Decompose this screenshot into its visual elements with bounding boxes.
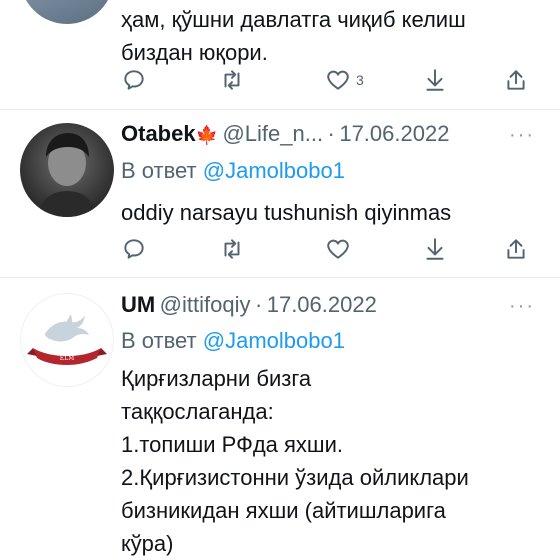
avatar[interactable] [20, 123, 114, 217]
retweet-icon[interactable] [219, 236, 245, 262]
tweet-text-line: ҳам, қўшни давлатга чиқиб келиш [121, 7, 466, 32]
divider [0, 109, 560, 110]
reply-mention-link[interactable]: @Jamolbobo1 [203, 328, 345, 353]
heart-icon[interactable] [325, 236, 351, 262]
tweet-text-line: таққослаганда: [121, 399, 274, 424]
svg-text:ELM: ELM [60, 355, 75, 362]
tweet-text-line: биздан юқори. [121, 40, 268, 65]
author-name[interactable]: UM [121, 292, 155, 317]
tweet-date[interactable]: 17.06.2022 [267, 292, 377, 317]
more-options-icon[interactable]: ··· [509, 124, 535, 147]
author-name[interactable]: Otabek [121, 121, 196, 146]
avatar[interactable] [20, 0, 114, 24]
share-icon[interactable] [503, 236, 529, 262]
heart-icon[interactable] [325, 67, 351, 93]
tweet-text-line: Қирғизларни бизга [121, 366, 312, 391]
dove-logo-icon: ELM [27, 314, 107, 365]
tweet-text-line: кўра) [121, 531, 174, 556]
reply-icon[interactable] [121, 236, 147, 262]
tweet-text-line: oddiy narsayu tushunish qiyinmas [121, 200, 452, 225]
portrait-icon [38, 133, 96, 217]
separator: · [254, 292, 263, 317]
share-icon[interactable] [503, 67, 529, 93]
avatar[interactable]: ELM [20, 293, 114, 387]
author-handle[interactable]: @ittifoqiy [160, 292, 251, 317]
author-handle[interactable]: @Life_n... [222, 121, 323, 146]
divider [0, 277, 560, 278]
maple-leaf-icon: 🍁 [195, 125, 219, 145]
tweet-text-line: 2.Қирғизистонни ўзида ойликлари [121, 465, 469, 490]
tweet-text-line: 1.топиши РФда яхши. [121, 432, 343, 457]
tweet-text-line: бизникидан яхши (айтишларига [121, 498, 446, 523]
reply-icon[interactable] [121, 67, 147, 93]
reply-mention-link[interactable]: @Jamolbobo1 [203, 158, 345, 183]
bookmark-arrow-icon[interactable] [422, 67, 448, 93]
separator: · [327, 121, 335, 146]
reply-prefix: В ответ [121, 328, 197, 353]
tweet-date[interactable]: 17.06.2022 [339, 121, 449, 146]
reply-prefix: В ответ [121, 158, 197, 183]
bookmark-arrow-icon[interactable] [422, 236, 448, 262]
like-count: 3 [356, 72, 364, 88]
retweet-icon[interactable] [219, 67, 245, 93]
more-options-icon[interactable]: ··· [509, 295, 535, 318]
